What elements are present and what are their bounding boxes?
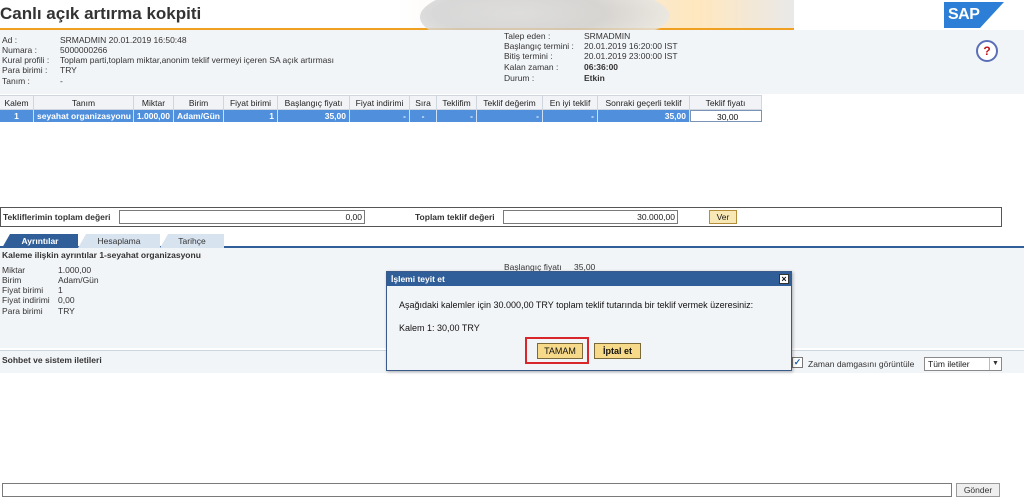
col-next-valid-bid[interactable]: Sonraki geçerli teklif bbox=[598, 95, 690, 110]
filter-value: Tüm iletiler bbox=[928, 359, 970, 369]
info-end-date: Bitiş termini : 20.01.2019 23:00:00 IST bbox=[504, 51, 678, 61]
chat-title: Sohbet ve sistem iletileri bbox=[2, 355, 102, 365]
message-filter-select[interactable]: Tüm iletiler ▼ bbox=[924, 357, 1002, 371]
ok-button[interactable]: TAMAM bbox=[537, 343, 583, 359]
detail-tabs: Ayrıntılar Hesaplama Tarihçe bbox=[0, 234, 1024, 248]
message-input[interactable] bbox=[2, 483, 952, 497]
detail-unit: Birim Adam/Gün bbox=[2, 275, 99, 285]
cell-description: seyahat organizasyonu bbox=[34, 110, 134, 122]
info-start-date: Başlangıç termini : 20.01.2019 16:20:00 … bbox=[504, 41, 678, 51]
col-my-bid[interactable]: Teklifim bbox=[437, 95, 477, 110]
col-item[interactable]: Kalem bbox=[0, 95, 34, 110]
table-row[interactable]: 1 seyahat organizasyonu 1.000,00 Adam/Gü… bbox=[0, 110, 762, 122]
bid-total-field: 30.000,00 bbox=[503, 210, 678, 224]
details-title: Kaleme ilişkin ayrıntılar 1-seyahat orga… bbox=[2, 250, 201, 260]
info-number: Numara : 5000000266 bbox=[2, 45, 108, 55]
my-total-label: Tekliflerimin toplam değeri bbox=[3, 212, 111, 222]
help-icon[interactable]: ? bbox=[976, 40, 998, 62]
col-start-price[interactable]: Başlangıç fiyatı bbox=[278, 95, 350, 110]
info-currency: Para birimi : TRY bbox=[2, 65, 77, 75]
detail-price-reduction: Fiyat indirimi 0,00 bbox=[2, 295, 75, 305]
table-header: Kalem Tanım Miktar Birim Fiyat birimi Ba… bbox=[0, 95, 762, 110]
totals-bar: Tekliflerimin toplam değeri 0,00 Toplam … bbox=[0, 207, 1002, 227]
cell-quantity: 1.000,00 bbox=[134, 110, 174, 122]
bid-total-label: Toplam teklif değeri bbox=[415, 212, 495, 222]
cell-price-reduction: - bbox=[350, 110, 410, 122]
dialog-title: İşlemi teyit et bbox=[387, 272, 791, 286]
cell-unit: Adam/Gün bbox=[174, 110, 224, 122]
page-title: Canlı açık artırma kokpiti bbox=[0, 4, 202, 23]
submit-bid-button[interactable]: Ver bbox=[709, 210, 737, 224]
dialog-item: Kalem 1: 30,00 TRY bbox=[399, 323, 480, 333]
confirm-dialog: İşlemi teyit et × Aşağıdaki kalemler içi… bbox=[386, 271, 792, 371]
tab-calculation[interactable]: Hesaplama bbox=[78, 234, 160, 248]
send-button[interactable]: Gönder bbox=[956, 483, 1000, 497]
close-icon[interactable]: × bbox=[779, 274, 789, 284]
tab-history[interactable]: Tarihçe bbox=[160, 234, 224, 248]
info-rule-profile: Kural profili : Toplam parti,toplam mikt… bbox=[2, 55, 334, 65]
cell-item: 1 bbox=[0, 110, 34, 122]
timestamp-checkbox[interactable]: ✓ bbox=[792, 357, 803, 368]
cell-my-bid-value: - bbox=[477, 110, 543, 122]
col-best-bid[interactable]: En iyi teklif bbox=[543, 95, 598, 110]
col-rank[interactable]: Sıra bbox=[410, 95, 437, 110]
col-quantity[interactable]: Miktar bbox=[134, 95, 174, 110]
cancel-button[interactable]: İptal et bbox=[594, 343, 641, 359]
detail-quantity: Miktar 1.000,00 bbox=[2, 265, 92, 275]
col-price-reduction[interactable]: Fiyat indirimi bbox=[350, 95, 410, 110]
tab-details[interactable]: Ayrıntılar bbox=[2, 234, 78, 248]
info-requester: Talep eden : SRMADMIN bbox=[504, 31, 631, 41]
col-description[interactable]: Tanım bbox=[34, 95, 134, 110]
chat-section: Sohbet ve sistem iletileri ✓ Zaman damga… bbox=[0, 350, 1024, 500]
cell-price-unit: 1 bbox=[224, 110, 278, 122]
cell-best-bid: - bbox=[543, 110, 598, 122]
col-my-bid-value[interactable]: Teklif değerim bbox=[477, 95, 543, 110]
cell-rank: - bbox=[410, 110, 437, 122]
dialog-message: Aşağıdaki kalemler için 30.000,00 TRY to… bbox=[399, 300, 754, 310]
info-name: Ad : SRMADMIN 20.01.2019 16:50:48 bbox=[2, 35, 187, 45]
my-total-field: 0,00 bbox=[119, 210, 365, 224]
info-remaining-time: Kalan zaman : 06:36:00 bbox=[504, 62, 619, 72]
auction-info-panel: Ad : SRMADMIN 20.01.2019 16:50:48 Numara… bbox=[0, 30, 1024, 94]
bid-price-input[interactable]: 30,00 bbox=[690, 110, 762, 122]
cell-my-bid: - bbox=[437, 110, 477, 122]
detail-currency: Para birimi TRY bbox=[2, 306, 75, 316]
col-price-unit[interactable]: Fiyat birimi bbox=[224, 95, 278, 110]
timestamp-label: Zaman damgasını görüntüle bbox=[808, 359, 915, 369]
cell-start-price: 35,00 bbox=[278, 110, 350, 122]
header-bar: Canlı açık artırma kokpiti bbox=[0, 0, 794, 52]
col-unit[interactable]: Birim bbox=[174, 95, 224, 110]
col-bid-price[interactable]: Teklif fiyatı bbox=[690, 95, 762, 110]
detail-price-unit: Fiyat birimi 1 bbox=[2, 285, 63, 295]
info-status: Durum : Etkin bbox=[504, 73, 605, 83]
chat-messages-area bbox=[0, 373, 1024, 481]
cell-next-valid-bid: 35,00 bbox=[598, 110, 690, 122]
info-description: Tanım : - bbox=[2, 76, 63, 86]
chevron-down-icon: ▼ bbox=[989, 358, 1001, 370]
